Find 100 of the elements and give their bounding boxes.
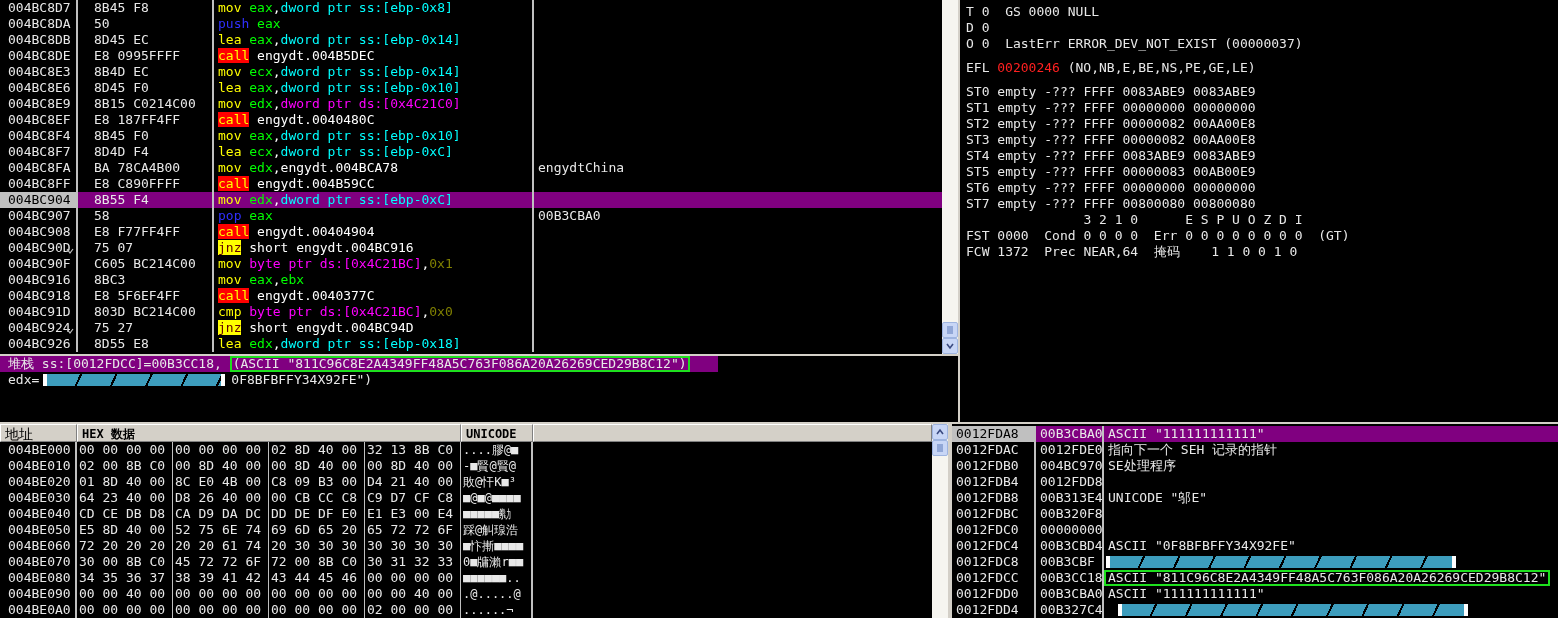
instruction-cell: mov eax,dword ptr ss:[ebp-0x10]	[214, 128, 534, 144]
hex-bytes-cell: 00 CB CC C8	[269, 490, 365, 506]
hex-bytes-cell: 00 00 00 00	[269, 602, 365, 618]
value-cell: 00B3CC18	[1036, 570, 1104, 586]
comment-cell-text: 00B3CBA0	[537, 208, 602, 224]
register-line: D 0	[966, 20, 991, 36]
bytes-cell: E8 187FF4FF	[78, 112, 214, 128]
comment-cell-text: ASCII "111111111111"	[1107, 586, 1266, 602]
column-header[interactable]: 地址	[0, 424, 77, 442]
register-line: ST4 empty -??? FFFF 0083ABE9 0083ABE9	[966, 148, 1257, 164]
bytes-cell: 58	[78, 208, 214, 224]
bytes-cell: 803D BC214C00	[78, 304, 214, 320]
chevron-down-icon	[945, 341, 955, 351]
selected-row[interactable]: 004BC904 8B55 F4 mov edx,dword ptr ss:[ebp-0xC]	[0, 192, 942, 208]
bytes-cell: 8D55 E8	[78, 336, 214, 352]
unicode-cell: .@.....@	[461, 586, 533, 602]
register-line: ST3 empty -??? FFFF 00000082 00AA00E8	[966, 132, 1257, 148]
hex-bytes-cell: 32 13 8B C0	[365, 442, 461, 458]
instruction-cell: mov byte ptr ds:[0x4C21BC],0x1	[214, 256, 534, 272]
selected-row[interactable]: 0012FDA8 00B3CBA0 ASCII "111111111111"	[952, 426, 1558, 442]
bytes-cell: 8B45 F0	[78, 128, 214, 144]
address-cell: 0012FDD0	[952, 586, 1036, 602]
address-cell: 004BC916	[0, 272, 78, 288]
hex-bytes-cell: 72 00 8B C0	[269, 554, 365, 570]
hex-bytes-cell: 34 35 36 37	[77, 570, 173, 586]
bytes-cell: E8 5F6EF4FF	[78, 288, 214, 304]
value-cell: 00B3CBD4	[1036, 538, 1104, 554]
bytes-cell: 75 07	[78, 240, 214, 256]
register-line: ST1 empty -??? FFFF 00000000 00000000	[966, 100, 1257, 116]
hex-bytes-cell: 01 8D 40 00	[77, 474, 173, 490]
hex-bytes-cell: 00 8D 40 00	[269, 458, 365, 474]
value-cell: 00B313E4	[1036, 490, 1104, 506]
address-cell: 004BE030	[0, 490, 77, 506]
scrollbar[interactable]	[942, 0, 958, 354]
hex-bytes-cell: 69 6D 65 20	[269, 522, 365, 538]
address-cell: 004BC908	[0, 224, 78, 240]
scrollbar[interactable]	[932, 424, 948, 618]
bytes-cell: E8 0995FFFF	[78, 48, 214, 64]
register-line: 3 2 1 0 E S P U O Z D I	[1082, 212, 1304, 228]
address-cell: 0012FDB8	[952, 490, 1036, 506]
bytes-cell: 8D45 F0	[78, 80, 214, 96]
instruction-cell: call engydt.0040377C	[214, 288, 534, 304]
register-line: FCW 1372 Prec NEAR,64 掩码 1 1 0 0 1 0	[966, 244, 1299, 260]
hex-bytes-cell: DD DE DF E0	[269, 506, 365, 522]
address-cell: 004BC8E6	[0, 80, 78, 96]
comment-cell-text: SE处理程序	[1107, 458, 1177, 474]
column-header[interactable]: HEX 数据	[77, 424, 461, 442]
register-line: FST 0000 Cond 0 0 0 0 Err 0 0 0 0 0 0 0 0 (GT)	[966, 228, 1351, 244]
hex-bytes-cell: C9 D7 CF C8	[365, 490, 461, 506]
value-cell: 00B3CBA0	[1036, 426, 1104, 442]
bytes-cell: 8B55 F4	[78, 192, 214, 208]
address-cell: 004BC924	[0, 320, 78, 336]
address-cell: 004BC90D	[0, 240, 78, 256]
column-header[interactable]: UNICODE	[461, 424, 533, 442]
stack-info-text: 堆栈 ss:[0012FDCC]=00B3CC18,	[7, 356, 223, 372]
address-cell: 004BE060	[0, 538, 77, 554]
unicode-cell: ■■■■■勬	[461, 506, 533, 522]
hex-bytes-cell: 65 72 72 6F	[365, 522, 461, 538]
hex-bytes-cell: 30 31 32 33	[365, 554, 461, 570]
ascii-string: (ASCII "811C96C8E2A4349FF48A5C763F086A20A26269CED29B8C12")	[229, 356, 690, 372]
scroll-up-button[interactable]	[932, 424, 948, 440]
address-cell: 004BC8DB	[0, 32, 78, 48]
address-cell: 004BC8E9	[0, 96, 78, 112]
register-line: ST5 empty -??? FFFF 00000083 00AB00E9	[966, 164, 1257, 180]
hex-bytes-cell: 64 23 40 00	[77, 490, 173, 506]
hex-bytes-cell: C8 09 B3 00	[269, 474, 365, 490]
address-cell: 004BC8DE	[0, 48, 78, 64]
instruction-cell: mov edx,dword ptr ss:[ebp-0xC]	[214, 192, 534, 208]
hex-bytes-cell: 00 00 00 00	[173, 586, 269, 602]
address-cell: 0012FDC0	[952, 522, 1036, 538]
address-cell: 004BC90F	[0, 256, 78, 272]
hex-bytes-cell: 30 30 30 30	[365, 538, 461, 554]
scroll-down-button[interactable]	[942, 338, 958, 354]
address-cell: 0012FDAC	[952, 442, 1036, 458]
address-cell: 004BE000	[0, 442, 77, 458]
scroll-thumb[interactable]	[942, 322, 958, 338]
scroll-thumb[interactable]	[932, 440, 948, 456]
instruction-cell: mov eax,dword ptr ss:[ebp-0x8]	[214, 0, 534, 16]
address-cell: 0012FDCC	[952, 570, 1036, 586]
comment-cell-text: ASCII "111111111111"	[1107, 426, 1266, 442]
address-cell: 0012FDC8	[952, 554, 1036, 570]
hex-bytes-cell: 00 00 00 00	[77, 442, 173, 458]
instruction-cell: jnz short engydt.004BC94D	[214, 320, 534, 336]
flag-list: (NO,NB,E,BE,NS,PE,GE,LE)	[1067, 60, 1256, 76]
hex-bytes-cell: 02 8D 40 00	[269, 442, 365, 458]
bytes-cell: 8D45 EC	[78, 32, 214, 48]
value-cell: 0012FDE0	[1036, 442, 1104, 458]
grip-icon	[935, 443, 945, 453]
register-line: ST0 empty -??? FFFF 0083ABE9 0083ABE9	[966, 84, 1257, 100]
hex-bytes-cell: E5 8D 40 00	[77, 522, 173, 538]
hex-bytes-cell: 38 39 41 42	[173, 570, 269, 586]
hex-bytes-cell: 20 20 61 74	[173, 538, 269, 554]
instruction-cell: call engydt.0040480C	[214, 112, 534, 128]
hex-bytes-cell: 00 8D 40 00	[173, 458, 269, 474]
flags-value: 00200246	[997, 60, 1060, 76]
value-cell: 00B327C4	[1036, 602, 1104, 618]
register-line: ST2 empty -??? FFFF 00000082 00AA00E8	[966, 116, 1257, 132]
hex-bytes-cell: 00 00 00 00	[173, 602, 269, 618]
register-line: T 0 GS 0000 NULL	[966, 4, 1101, 20]
address-cell: 004BC926	[0, 336, 78, 352]
